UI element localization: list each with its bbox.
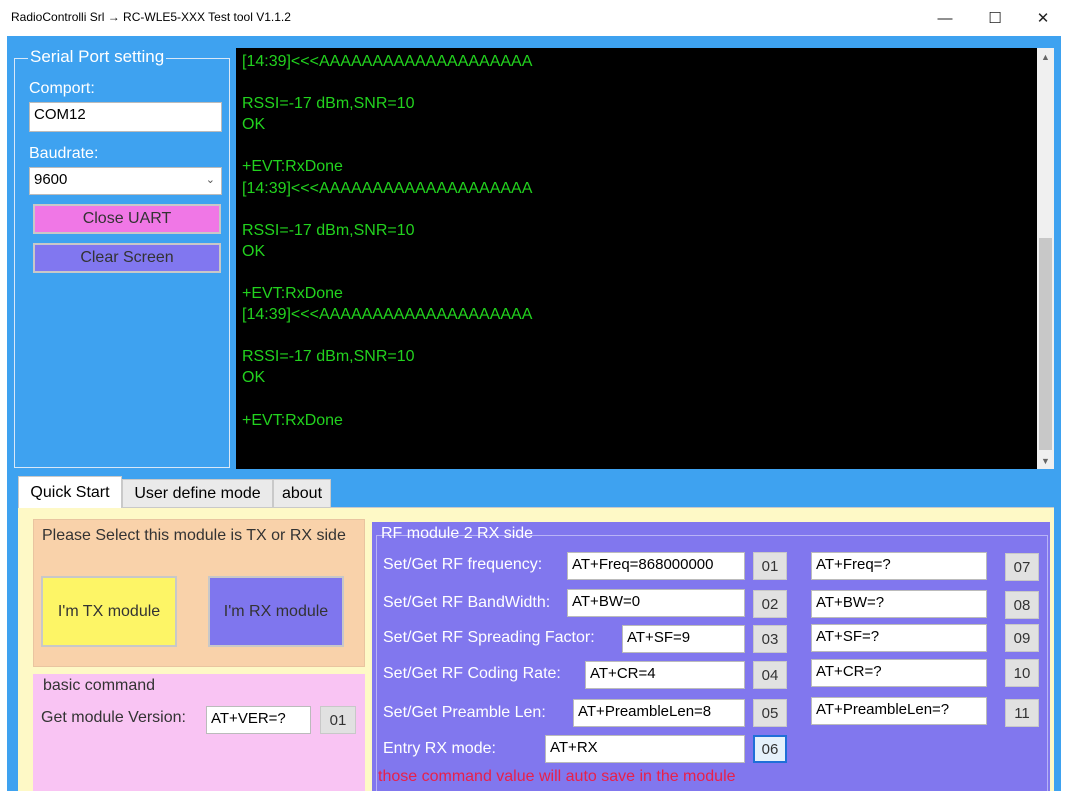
comport-label: Comport:	[29, 80, 95, 97]
tx-module-button[interactable]: I'm TX module	[41, 576, 177, 647]
rf-frequency-get-input[interactable]: AT+Freq=?	[811, 552, 987, 580]
tab-user-define-mode[interactable]: User define mode	[122, 479, 273, 507]
baudrate-label: Baudrate:	[29, 145, 99, 162]
scroll-thumb[interactable]	[1039, 238, 1052, 450]
basic-command-title: basic command	[43, 677, 156, 694]
tab-quick-start[interactable]: Quick Start	[18, 476, 122, 508]
module-version-label: Get module Version:	[41, 709, 186, 726]
title-bar: RadioControlli Srl → RC-WLE5-XXX Test to…	[0, 0, 1066, 36]
terminal-line: OK	[242, 116, 266, 134]
scroll-down-icon[interactable]: ▼	[1037, 452, 1054, 469]
clear-screen-button[interactable]: Clear Screen	[33, 243, 221, 273]
rf-frequency-set-input[interactable]: AT+Freq=868000000	[567, 552, 745, 580]
terminal-line: +EVT:RxDone	[242, 285, 343, 303]
rf-frequency-label: Set/Get RF frequency:	[383, 556, 543, 573]
close-uart-button[interactable]: Close UART	[33, 204, 221, 234]
rf-module-title: RF module 2 RX side	[381, 525, 534, 542]
rf-preamble-len-get-button[interactable]: 11	[1005, 699, 1039, 727]
module-version-input[interactable]: AT+VER=?	[206, 706, 311, 734]
terminal-line: OK	[242, 369, 266, 387]
rx-module-button[interactable]: I'm RX module	[208, 576, 344, 647]
rf-preamble-len-get-input[interactable]: AT+PreambleLen=?	[811, 697, 987, 725]
rf-bandwidth-set-button[interactable]: 02	[753, 590, 787, 618]
rf-preamble-len-set-input[interactable]: AT+PreambleLen=8	[573, 699, 745, 727]
terminal-line: +EVT:RxDone	[242, 411, 343, 429]
rf-bandwidth-set-input[interactable]: AT+BW=0	[567, 589, 745, 617]
terminal-line: [14:39]<<<AAAAAAAAAAAAAAAAAAAA	[242, 179, 533, 197]
terminal-output[interactable]: [14:39]<<<AAAAAAAAAAAAAAAAAAAA RSSI=-17 …	[236, 48, 1037, 469]
minimize-button[interactable]: —	[922, 0, 968, 36]
rf-coding-rate-set-input[interactable]: AT+CR=4	[585, 661, 745, 689]
terminal-line: [14:39]<<<AAAAAAAAAAAAAAAAAAAA	[242, 306, 533, 324]
rx-mode-input[interactable]: AT+RX	[545, 735, 745, 763]
window-title: RadioControlli Srl → RC-WLE5-XXX Test to…	[11, 10, 291, 24]
rf-coding-rate-get-button[interactable]: 10	[1005, 659, 1039, 687]
rf-frequency-set-button[interactable]: 01	[753, 552, 787, 580]
serial-port-group-title: Serial Port setting	[28, 47, 167, 67]
rf-frequency-get-button[interactable]: 07	[1005, 553, 1039, 581]
rf-coding-rate-set-button[interactable]: 04	[753, 661, 787, 689]
close-window-button[interactable]: ✕	[1020, 0, 1066, 36]
chevron-down-icon: ⌄	[205, 174, 215, 186]
terminal-line: [14:39]<<<AAAAAAAAAAAAAAAAAAAA	[242, 53, 533, 70]
rx-mode-button[interactable]: 06	[753, 735, 787, 763]
maximize-button[interactable]: ☐	[972, 0, 1018, 36]
module-side-title: Please Select this module is TX or RX si…	[42, 527, 346, 544]
module-version-send-button[interactable]: 01	[320, 706, 356, 734]
rf-spreading-factor-set-button[interactable]: 03	[753, 625, 787, 653]
rf-spreading-factor-label: Set/Get RF Spreading Factor:	[383, 629, 595, 646]
rf-preamble-len-label: Set/Get Preamble Len:	[383, 704, 546, 721]
rf-bandwidth-get-input[interactable]: AT+BW=?	[811, 590, 987, 618]
rf-coding-rate-get-input[interactable]: AT+CR=?	[811, 659, 987, 687]
rf-spreading-factor-get-button[interactable]: 09	[1005, 624, 1039, 652]
baudrate-value: 9600	[34, 171, 68, 188]
comport-input[interactable]: COM12	[29, 102, 222, 132]
rx-mode-label: Entry RX mode:	[383, 740, 496, 757]
scroll-up-icon[interactable]: ▲	[1037, 48, 1054, 65]
tab-about[interactable]: about	[273, 479, 331, 507]
rf-spreading-factor-get-input[interactable]: AT+SF=?	[811, 624, 987, 652]
terminal-scrollbar[interactable]: ▲ ▼	[1037, 48, 1054, 469]
rf-preamble-len-set-button[interactable]: 05	[753, 699, 787, 727]
baudrate-select[interactable]: 9600 ⌄	[29, 167, 222, 195]
rf-coding-rate-label: Set/Get RF Coding Rate:	[383, 665, 561, 682]
auto-save-note: those command value will auto save in th…	[378, 768, 736, 785]
terminal-line: RSSI=-17 dBm,SNR=10	[242, 221, 415, 239]
rf-spreading-factor-set-input[interactable]: AT+SF=9	[622, 625, 745, 653]
rf-bandwidth-label: Set/Get RF BandWidth:	[383, 594, 551, 611]
terminal-line: OK	[242, 242, 266, 260]
terminal-line: +EVT:RxDone	[242, 158, 343, 176]
terminal-line: RSSI=-17 dBm,SNR=10	[242, 348, 415, 366]
rf-bandwidth-get-button[interactable]: 08	[1005, 591, 1039, 619]
terminal-line: RSSI=-17 dBm,SNR=10	[242, 95, 415, 113]
